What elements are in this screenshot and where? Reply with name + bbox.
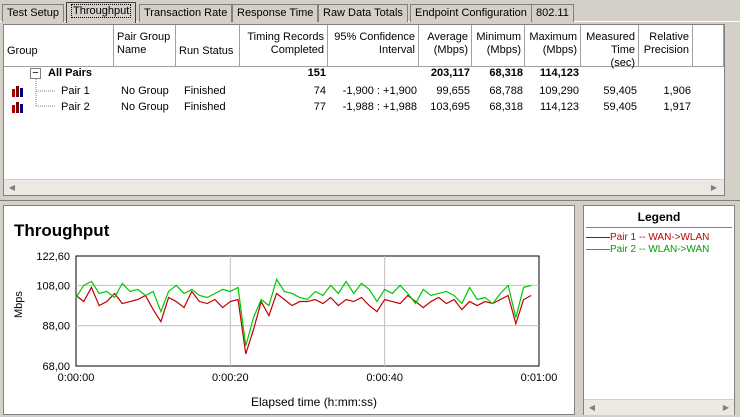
x-axis-label: Elapsed time (h:mm:ss) xyxy=(251,395,377,409)
col-measured-time[interactable]: Measured Time (sec) xyxy=(581,25,639,69)
col-confidence-interval[interactable]: 95% Confidence Interval xyxy=(328,25,419,67)
confidence-interval: -1,900 : +1,900 xyxy=(342,85,417,97)
run-status: Finished xyxy=(184,101,226,113)
pair-group-name: No Group xyxy=(121,101,169,113)
y-axis-label: Mbps xyxy=(13,291,25,318)
legend-panel: Legend Pair 1 -- WAN->WLAN Pair 2 -- WLA… xyxy=(583,205,735,415)
legend-item-pair-2[interactable]: Pair 2 -- WLAN->WAN xyxy=(586,244,709,255)
col-relative-precision[interactable]: Relative Precision xyxy=(639,25,693,67)
scroll-right-icon[interactable]: ▶ xyxy=(718,400,734,416)
chart-title: Throughput xyxy=(14,221,110,240)
all-pairs-records: 151 xyxy=(307,67,326,79)
col-pair-group-name[interactable]: Pair Group Name xyxy=(114,25,176,67)
col-average[interactable]: Average (Mbps) xyxy=(419,25,472,67)
legend-item-pair-1[interactable]: Pair 1 -- WAN->WLAN xyxy=(586,232,709,243)
tab-throughput[interactable]: Throughput xyxy=(66,2,137,23)
measured-time: 59,405 xyxy=(603,85,637,97)
confidence-interval: -1,988 : +1,988 xyxy=(342,101,417,113)
maximum: 109,290 xyxy=(539,85,579,97)
x-tick-label: 0:00:00 xyxy=(58,372,95,384)
relative-precision: 1,917 xyxy=(663,101,691,113)
bar-chart-icon xyxy=(12,102,23,113)
tab-test-setup[interactable]: Test Setup xyxy=(2,4,64,22)
minimum: 68,318 xyxy=(489,101,523,113)
scroll-left-icon[interactable]: ◀ xyxy=(584,400,600,416)
all-pairs-average: 203,117 xyxy=(430,67,470,79)
legend-swatch xyxy=(586,236,610,238)
tab-endpoint-configuration[interactable]: Endpoint Configuration xyxy=(410,4,532,22)
measured-time: 59,405 xyxy=(603,101,637,113)
horizontal-scrollbar[interactable]: ◀ ▶ xyxy=(4,179,724,195)
col-filler xyxy=(693,25,724,67)
maximum: 114,123 xyxy=(540,101,579,113)
all-pairs-maximum: 114,123 xyxy=(539,67,579,79)
col-maximum[interactable]: Maximum (Mbps) xyxy=(525,25,581,67)
plot-frame xyxy=(75,255,540,367)
tab-raw-data-totals[interactable]: Raw Data Totals xyxy=(318,4,408,22)
scroll-left-icon[interactable]: ◀ xyxy=(4,180,20,196)
all-pairs-minimum: 68,318 xyxy=(489,67,523,79)
col-minimum[interactable]: Minimum (Mbps) xyxy=(472,25,525,67)
legend-label: Pair 2 -- WLAN->WAN xyxy=(610,244,710,255)
pair-group-name: No Group xyxy=(121,85,169,97)
tab-transaction-rate[interactable]: Transaction Rate xyxy=(139,4,233,22)
relative-precision: 1,906 xyxy=(663,85,691,97)
col-run-status[interactable]: Run Status xyxy=(176,25,240,67)
average: 99,655 xyxy=(436,85,470,97)
chart-canvas: Throughput Mbps Elapsed time (h:mm:ss) 1… xyxy=(13,221,558,409)
scroll-right-icon[interactable]: ▶ xyxy=(706,180,722,196)
x-tick-label: 0:00:40 xyxy=(366,372,403,384)
pair-label: Pair 2 xyxy=(61,101,90,113)
timing-records: 74 xyxy=(313,85,326,97)
y-tick-label: 108,00 xyxy=(36,280,70,292)
chart-area: Throughput Mbps Elapsed time (h:mm:ss) 1… xyxy=(0,200,740,417)
results-table: Group Pair Group Name Run Status Timing … xyxy=(3,24,725,196)
legend-swatch xyxy=(586,248,610,250)
y-tick-label: 88,00 xyxy=(42,321,70,333)
pane-splitter[interactable] xyxy=(575,205,583,415)
x-tick-label: 0:01:00 xyxy=(521,372,558,384)
legend-scrollbar[interactable]: ◀ ▶ xyxy=(584,399,734,415)
x-tick-label: 0:00:20 xyxy=(212,372,249,384)
tab-bar: Test Setup Throughput Transaction Rate R… xyxy=(0,0,740,23)
bar-chart-icon xyxy=(12,86,23,97)
y-tick-label: 122,60 xyxy=(36,251,70,263)
pair-label: Pair 1 xyxy=(61,85,90,97)
average: 103,695 xyxy=(430,101,470,113)
run-status: Finished xyxy=(184,85,226,97)
minimum: 68,788 xyxy=(489,85,523,97)
throughput-chart: Throughput Mbps Elapsed time (h:mm:ss) 1… xyxy=(3,205,575,415)
tab-throughput-label: Throughput xyxy=(71,4,132,18)
legend-title: Legend xyxy=(637,210,681,224)
legend-label: Pair 1 -- WAN->WLAN xyxy=(610,232,710,243)
tab-802-11[interactable]: 802.11 xyxy=(531,4,574,22)
col-timing-records[interactable]: Timing Records Completed xyxy=(240,25,328,67)
timing-records: 77 xyxy=(313,101,326,113)
tab-response-time[interactable]: Response Time xyxy=(232,4,319,22)
